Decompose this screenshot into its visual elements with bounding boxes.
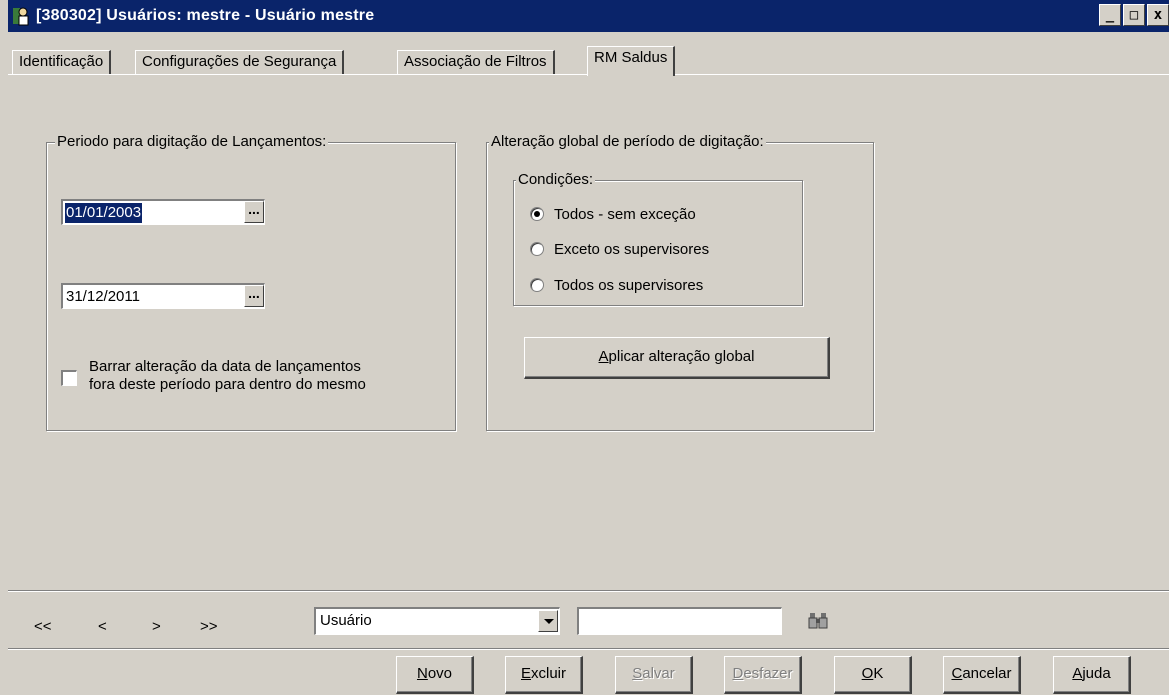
maximize-button[interactable]: □ <box>1123 4 1145 26</box>
binoculars-search-icon[interactable] <box>808 611 828 629</box>
block-date-change-checkbox[interactable] <box>61 370 77 386</box>
help-button[interactable]: Ajuda <box>1053 656 1131 694</box>
ok-button[interactable]: OK <box>834 656 912 694</box>
conditions-legend: Condições: <box>516 171 596 189</box>
apply-global-label: plicar alteração global <box>608 348 755 365</box>
dialog-body: Identificação Configurações de Segurança… <box>8 32 1169 695</box>
start-date-value: 01/01/2003 <box>65 203 143 223</box>
period-groupbox: Periodo para digitação de Lançamentos: 0… <box>46 133 456 431</box>
conditions-groupbox: Condições: Todos - sem exceção Exceto os… <box>513 171 803 306</box>
search-field-value: Usuário <box>320 612 372 629</box>
radio-label: Todos - sem exceção <box>554 205 696 223</box>
action-button-bar: Novo Excluir Salvar Desfazer OK Cancelar… <box>8 648 1169 695</box>
tab-configuracoes-seguranca[interactable]: Configurações de Segurança <box>135 50 345 74</box>
tab-associacao-filtros[interactable]: Associação de Filtros <box>397 50 555 74</box>
close-button[interactable]: x <box>1147 4 1169 26</box>
tab-panel-rm-saldus: Periodo para digitação de Lançamentos: 0… <box>8 74 1169 604</box>
end-date-value: 31/12/2011 <box>66 288 140 305</box>
cancel-button[interactable]: Cancelar <box>943 656 1021 694</box>
radio-label: Todos os supervisores <box>554 276 704 294</box>
chevron-down-icon[interactable] <box>538 610 558 632</box>
tab-strip: Identificação Configurações de Segurança… <box>8 46 1169 76</box>
apply-global-hotkey: A <box>598 348 609 365</box>
last-record-button[interactable]: >> <box>200 618 218 635</box>
block-date-change-label: Barrar alteração da data de lançamentos … <box>89 358 366 394</box>
radio-selected-icon <box>530 207 544 221</box>
app-user-icon <box>12 6 30 26</box>
start-date-field[interactable]: 01/01/2003 ... <box>61 199 265 225</box>
radio-todos-supervisores[interactable]: Todos os supervisores <box>530 275 703 295</box>
radio-exceto-supervisores[interactable]: Exceto os supervisores <box>530 239 709 259</box>
global-change-groupbox: Alteração global de período de digitação… <box>486 133 874 431</box>
undo-button[interactable]: Desfazer <box>724 656 802 694</box>
new-button[interactable]: Novo <box>396 656 474 694</box>
search-field-select[interactable]: Usuário <box>314 607 560 635</box>
next-record-button[interactable]: > <box>152 618 161 635</box>
search-input[interactable] <box>577 607 782 635</box>
tab-identificacao[interactable]: Identificação <box>12 50 112 74</box>
radio-unselected-icon <box>530 278 544 292</box>
first-record-button[interactable]: << <box>34 618 52 635</box>
end-date-field[interactable]: 31/12/2011 ... <box>61 283 265 309</box>
apply-global-change-button[interactable]: Aplicar alteração global <box>524 337 830 379</box>
block-label-line1: Barrar alteração da data de lançamentos <box>89 358 361 375</box>
delete-button[interactable]: Excluir <box>505 656 583 694</box>
save-button[interactable]: Salvar <box>615 656 693 694</box>
start-date-picker-button[interactable]: ... <box>244 201 264 223</box>
previous-record-button[interactable]: < <box>98 618 107 635</box>
block-label-line2: fora deste período para dentro do mesmo <box>89 376 366 393</box>
title-bar: [380302] Usuários: mestre - Usuário mest… <box>0 0 1169 32</box>
radio-todos-sem-excecao[interactable]: Todos - sem exceção <box>530 204 696 224</box>
period-group-legend: Periodo para digitação de Lançamentos: <box>55 133 329 151</box>
radio-label: Exceto os supervisores <box>554 240 710 258</box>
minimize-button[interactable]: _ <box>1099 4 1121 26</box>
tab-rm-saldus[interactable]: RM Saldus <box>587 46 676 76</box>
radio-unselected-icon <box>530 242 544 256</box>
window-title: [380302] Usuários: mestre - Usuário mest… <box>36 7 375 24</box>
end-date-picker-button[interactable]: ... <box>244 285 264 307</box>
global-change-legend: Alteração global de período de digitação… <box>489 133 766 151</box>
navigation-bar: << < > >> Usuário <box>8 590 1169 648</box>
